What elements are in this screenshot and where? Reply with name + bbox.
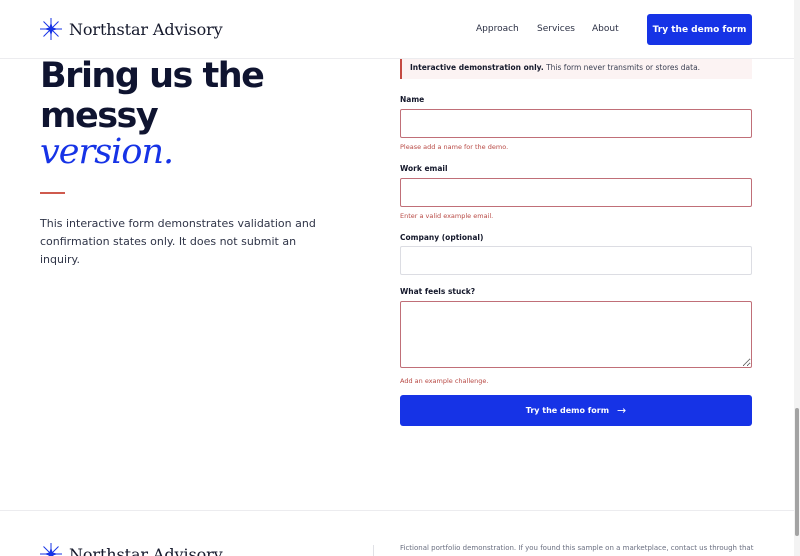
page-scrollbar[interactable] bbox=[794, 0, 800, 556]
footer-brand-name: Northstar Advisory bbox=[69, 544, 223, 556]
header-demo-button[interactable]: Try the demo form bbox=[647, 14, 752, 45]
footer-disclaimer: Fictional portfolio demonstration. If yo… bbox=[400, 544, 754, 552]
email-error: Enter a valid example email. bbox=[400, 212, 494, 220]
submit-label: Try the demo form bbox=[525, 406, 610, 415]
hero-intro: This interactive form demonstrates valid… bbox=[40, 217, 316, 266]
scrollbar-thumb[interactable] bbox=[795, 408, 799, 536]
submit-demo-button[interactable]: Try the demo form → bbox=[400, 395, 752, 426]
notice-text: This form never transmits or stores data… bbox=[543, 63, 701, 72]
name-label: Name bbox=[400, 95, 425, 104]
company-label: Company (optional) bbox=[400, 233, 484, 242]
accent-divider bbox=[40, 192, 65, 194]
footer-brand-logo[interactable]: Northstar Advisory bbox=[40, 543, 223, 556]
brand-logo[interactable]: Northstar Advisory bbox=[40, 18, 223, 40]
stuck-label: What feels stuck? bbox=[400, 287, 476, 296]
compass-star-icon bbox=[40, 18, 62, 40]
company-field[interactable] bbox=[400, 246, 752, 275]
nav-link-about[interactable]: About bbox=[592, 24, 619, 34]
demo-notice: Interactive demonstration only. This for… bbox=[400, 59, 752, 79]
arrow-right-icon: → bbox=[617, 404, 627, 417]
email-label: Work email bbox=[400, 164, 448, 173]
name-field[interactable] bbox=[400, 109, 752, 138]
stuck-textarea[interactable] bbox=[400, 301, 752, 368]
compass-star-icon bbox=[40, 543, 62, 556]
stuck-error: Add an example challenge. bbox=[400, 377, 489, 385]
email-field[interactable] bbox=[400, 178, 752, 207]
site-footer: Northstar Advisory Fictional portfolio d… bbox=[0, 510, 794, 556]
nav-link-approach[interactable]: Approach bbox=[476, 24, 519, 34]
footer-divider bbox=[373, 545, 374, 556]
headline-line-1: Bring us the bbox=[40, 56, 265, 96]
brand-name: Northstar Advisory bbox=[69, 19, 223, 39]
notice-bold: Interactive demonstration only. bbox=[410, 63, 544, 72]
headline-line-3: version. bbox=[40, 132, 174, 172]
hero-headline: Bring us the messy version. bbox=[40, 56, 265, 172]
nav-link-services[interactable]: Services bbox=[537, 24, 575, 34]
headline-line-2: messy bbox=[40, 96, 159, 136]
site-header: Northstar Advisory Approach Services Abo… bbox=[0, 0, 794, 59]
name-error: Please add a name for the demo. bbox=[400, 143, 509, 151]
